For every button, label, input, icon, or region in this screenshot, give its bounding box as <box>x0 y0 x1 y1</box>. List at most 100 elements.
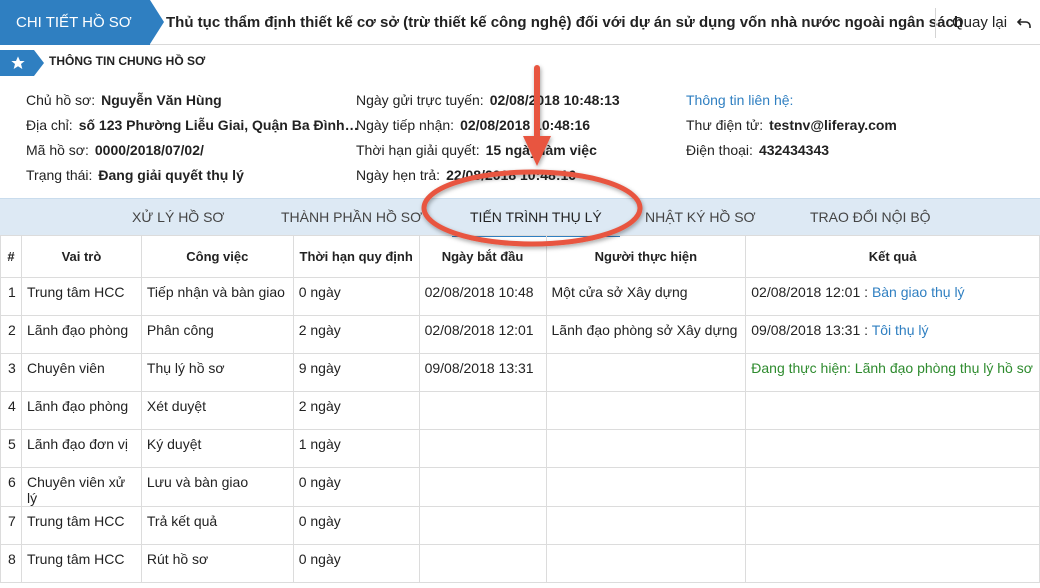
result-time: 09/08/2018 13:31 : <box>751 322 869 338</box>
table-row: 3 Chuyên viên Thụ lý hồ sơ 9 ngày 09/08/2018… <box>0 353 1040 392</box>
tab-nhat-ky-ho-so[interactable]: NHẬT KÝ HỒ SƠ <box>645 199 756 236</box>
contact-info-link[interactable]: Thông tin liên hệ: <box>686 92 793 108</box>
tab-tien-trinh-thu-ly[interactable]: TIẾN TRÌNH THỤ LÝ <box>452 199 620 237</box>
row-number: 4 <box>0 391 22 430</box>
breadcrumb-arrow <box>150 0 164 44</box>
row-number: 3 <box>0 353 22 392</box>
appointment-row: Ngày hẹn trả: 22/08/2018 10:48:16 <box>356 167 576 183</box>
row-role: Chuyên viên xử lý <box>20 467 142 507</box>
row-role: Chuyên viên <box>20 353 142 392</box>
appointment-value: 22/08/2018 10:48:16 <box>446 167 577 183</box>
row-number: 8 <box>0 544 22 583</box>
code-value: 0000/2018/07/02/ <box>94 142 204 158</box>
row-result: Đang thực hiện: Lãnh đạo phòng thụ lý hồ… <box>745 353 1040 392</box>
phone-row: Điện thoại: 432434343 <box>686 142 829 158</box>
row-task: Trả kết quả <box>140 506 294 545</box>
row-task: Tiếp nhận và bàn giao <box>140 277 294 316</box>
process-table: # Vai trò Công việc Thời hạn quy định Ng… <box>0 235 1040 583</box>
row-start <box>418 467 547 507</box>
row-limit: 0 ngày <box>292 506 420 545</box>
row-task: Lưu và bàn giao <box>140 467 294 507</box>
table-row: 1 Trung tâm HCC Tiếp nhận và bàn giao 0 ngà… <box>0 277 1040 316</box>
row-role: Lãnh đạo phòng <box>20 315 142 354</box>
row-result <box>745 467 1040 507</box>
result-link[interactable]: Bàn giao thụ lý <box>872 284 965 300</box>
tab-trao-doi-noi-bo[interactable]: TRAO ĐỔI NỘI BỘ <box>810 199 931 236</box>
sent-row: Ngày gửi trực tuyến: 02/08/2018 10:48:13 <box>356 92 620 108</box>
deadline-value: 15 ngày làm việc <box>485 142 597 158</box>
col-header-actor: Người thực hiện <box>545 235 747 278</box>
row-task: Thụ lý hồ sơ <box>140 353 294 392</box>
row-task: Ký duyệt <box>140 429 294 468</box>
result-time: 02/08/2018 12:01 : <box>751 284 869 300</box>
row-task: Phân công <box>140 315 294 354</box>
top-bar: CHI TIẾT HỒ SƠ Thủ tục thẩm định thiết k… <box>0 0 1040 45</box>
tab-thanh-phan-ho-so[interactable]: THÀNH PHẦN HỒ SƠ <box>281 199 422 236</box>
row-number: 5 <box>0 429 22 468</box>
section-title: THÔNG TIN CHUNG HỒ SƠ <box>49 54 206 68</box>
table-row: 5 Lãnh đạo đơn vị Ký duyệt 1 ngày <box>0 429 1040 468</box>
address-value: số 123 Phường Liễu Giai, Quận Ba Đình… <box>78 117 359 133</box>
row-result <box>745 544 1040 583</box>
owner-value: Nguyễn Văn Hùng <box>101 92 222 108</box>
row-limit: 0 ngày <box>292 544 420 583</box>
row-task: Xét duyệt <box>140 391 294 430</box>
row-role: Lãnh đạo phòng <box>20 391 142 430</box>
section-badge <box>0 50 44 76</box>
row-role: Trung tâm HCC <box>20 277 142 316</box>
table-row: 4 Lãnh đạo phòng Xét duyệt 2 ngày <box>0 391 1040 430</box>
phone-label: Điện thoại: <box>686 142 753 158</box>
row-result <box>745 506 1040 545</box>
row-limit: 2 ngày <box>292 391 420 430</box>
row-actor <box>545 391 747 430</box>
row-role: Trung tâm HCC <box>20 544 142 583</box>
row-start <box>418 391 547 430</box>
received-label: Ngày tiếp nhận: <box>356 117 455 133</box>
section-header: THÔNG TIN CHUNG HỒ SƠ <box>0 46 1040 78</box>
row-limit: 0 ngày <box>292 277 420 316</box>
received-row: Ngày tiếp nhận: 02/08/2018 10:48:16 <box>356 117 590 133</box>
col-header-task: Công việc <box>140 235 294 278</box>
row-start: 02/08/2018 12:01 <box>418 315 547 354</box>
email-value: testnv@liferay.com <box>769 117 897 133</box>
col-header-number: # <box>0 235 22 278</box>
email-row: Thư điện tử: testnv@liferay.com <box>686 117 897 133</box>
row-actor <box>545 506 747 545</box>
star-icon <box>11 56 25 69</box>
row-actor <box>545 544 747 583</box>
status-label: Trạng thái: <box>26 167 93 183</box>
table-row: 8 Trung tâm HCC Rút hồ sơ 0 ngày <box>0 544 1040 583</box>
address-label: Địa chỉ: <box>26 117 73 133</box>
status-row: Trạng thái: Đang giải quyết thụ lý <box>26 167 244 183</box>
back-button[interactable]: Quay lại <box>952 0 1032 45</box>
owner-row: Chủ hồ sơ: Nguyễn Văn Hùng <box>26 92 222 108</box>
result-link[interactable]: Tôi thụ lý <box>872 322 929 338</box>
code-row: Mã hồ sơ: 0000/2018/07/02/ <box>26 142 204 158</box>
row-limit: 0 ngày <box>292 467 420 507</box>
col-header-limit: Thời hạn quy định <box>292 235 420 278</box>
row-result <box>745 429 1040 468</box>
status-value: Đang giải quyết thụ lý <box>98 167 244 183</box>
address-row: Địa chỉ: số 123 Phường Liễu Giai, Quận Ba… <box>26 117 359 133</box>
sent-value: 02/08/2018 10:48:13 <box>489 92 620 108</box>
row-limit: 9 ngày <box>292 353 420 392</box>
row-number: 6 <box>0 467 22 507</box>
table-row: 6 Chuyên viên xử lý Lưu và bàn giao 0 ngày <box>0 467 1040 507</box>
tab-xu-ly-ho-so[interactable]: XỬ LÝ HỒ SƠ <box>132 199 224 236</box>
row-task: Rút hồ sơ <box>140 544 294 583</box>
owner-label: Chủ hồ sơ: <box>26 92 96 108</box>
code-label: Mã hồ sơ: <box>26 142 89 158</box>
row-limit: 1 ngày <box>292 429 420 468</box>
row-result: 02/08/2018 12:01 : Bàn giao thụ lý <box>745 277 1040 316</box>
row-start <box>418 506 547 545</box>
row-actor <box>545 429 747 468</box>
row-result: 09/08/2018 13:31 : Tôi thụ lý <box>745 315 1040 354</box>
table-header-row: # Vai trò Công việc Thời hạn quy định Ng… <box>0 235 1040 278</box>
row-number: 7 <box>0 506 22 545</box>
breadcrumb[interactable]: CHI TIẾT HỒ SƠ <box>0 0 150 45</box>
page-title: Thủ tục thẩm định thiết kế cơ sở (trừ th… <box>166 14 963 31</box>
col-header-result: Kết quả <box>745 235 1040 278</box>
row-role: Lãnh đạo đơn vị <box>20 429 142 468</box>
tab-bar: XỬ LÝ HỒ SƠ THÀNH PHẦN HỒ SƠ TIẾN TRÌNH … <box>0 198 1040 237</box>
row-start: 09/08/2018 13:31 <box>418 353 547 392</box>
